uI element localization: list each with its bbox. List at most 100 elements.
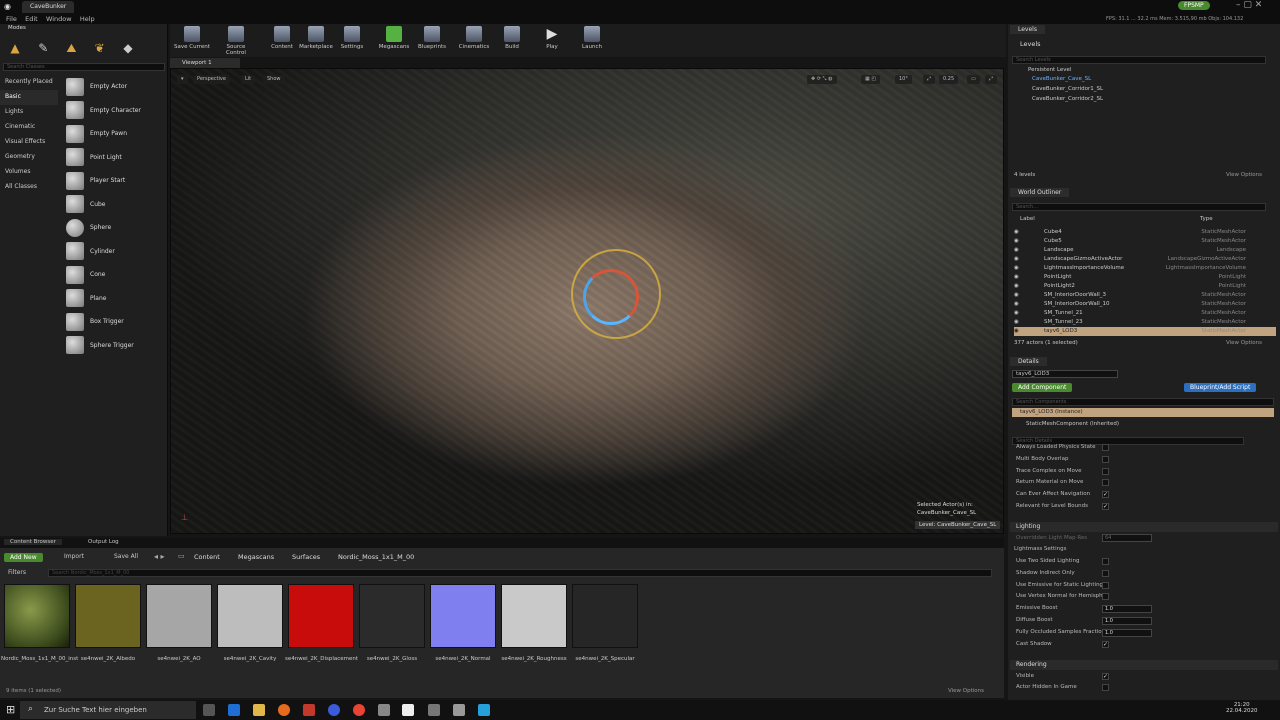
edge-icon[interactable]: [228, 704, 240, 716]
rotation-gizmo-rings[interactable]: [583, 269, 639, 325]
actor-name-field[interactable]: tayv6_LOD3: [1012, 370, 1118, 378]
property-checkbox[interactable]: [1102, 444, 1109, 451]
project-tab[interactable]: CaveBunker: [22, 1, 75, 13]
megascans-button[interactable]: Megascans: [374, 26, 414, 50]
eye-icon[interactable]: ◉: [1014, 237, 1019, 246]
menu-edit[interactable]: Edit: [25, 14, 38, 24]
paint-mode-icon[interactable]: ✎: [33, 38, 53, 58]
breadcrumb-content[interactable]: Content: [194, 553, 220, 561]
outliner-row[interactable]: ◉ PointLight PointLight: [1014, 273, 1276, 282]
landscape-mode-icon[interactable]: ⛰: [61, 39, 81, 59]
window-controls[interactable]: – ▢ ✕: [1236, 0, 1262, 10]
actor-hidden-checkbox[interactable]: [1102, 684, 1109, 691]
eye-icon[interactable]: ◉: [1014, 300, 1019, 309]
rendering-section[interactable]: Rendering: [1010, 660, 1278, 670]
outliner-row[interactable]: ◉ SM_Tunnel_23 StaticMeshActor: [1014, 318, 1276, 327]
app-icon[interactable]: [303, 704, 315, 716]
save-current-button[interactable]: Save Current: [172, 26, 212, 50]
geometry-mode-icon[interactable]: ◆: [118, 38, 138, 58]
source-control-button[interactable]: Source Control: [216, 26, 256, 56]
file-explorer-icon[interactable]: [253, 704, 265, 716]
show-button[interactable]: Show: [263, 75, 285, 84]
grid-snap-value[interactable]: 10°: [895, 75, 912, 84]
levels-view-options[interactable]: View Options: [1226, 172, 1262, 178]
asset-thumbnail[interactable]: [359, 584, 425, 648]
menu-help[interactable]: Help: [80, 14, 95, 24]
category-recently-placed[interactable]: Recently Placed: [0, 75, 58, 90]
outliner-row[interactable]: ◉ SM_Tunnel_21 StaticMeshActor: [1014, 309, 1276, 318]
firefox-icon[interactable]: [278, 704, 290, 716]
property-checkbox[interactable]: [1102, 558, 1109, 565]
maximize-viewport-icon[interactable]: ⤢: [985, 75, 998, 84]
perspective-button[interactable]: Perspective: [193, 75, 230, 84]
eye-icon[interactable]: ◉: [1014, 309, 1019, 318]
scale-snap-icon[interactable]: ⤢: [923, 75, 936, 84]
level-row[interactable]: Persistent Level: [1014, 66, 1276, 75]
property-value-field[interactable]: 1.0: [1102, 617, 1152, 625]
property-value-field[interactable]: 1.0: [1102, 605, 1152, 613]
add-new-button[interactable]: Add New: [4, 553, 43, 562]
blueprints-button[interactable]: Blueprints: [412, 26, 452, 50]
app-icon[interactable]: [428, 704, 440, 716]
property-checkbox[interactable]: [1102, 569, 1109, 577]
property-checkbox[interactable]: ✓: [1102, 503, 1109, 510]
outliner-row[interactable]: ◉ SM_InteriorDoorWall_10 StaticMeshActor: [1014, 300, 1276, 309]
property-checkbox[interactable]: ✓: [1102, 491, 1109, 499]
outliner-search-input[interactable]: Search...: [1012, 203, 1266, 211]
component-row[interactable]: StaticMeshComponent (Inherited): [1026, 421, 1119, 427]
outliner-row[interactable]: ◉ LightmassImportanceVolume LightmassImpor…: [1014, 264, 1276, 273]
task-view-icon[interactable]: [203, 704, 215, 716]
place-item[interactable]: Player Start: [60, 169, 166, 193]
place-item[interactable]: Cone: [60, 263, 166, 287]
asset-thumbnail[interactable]: [75, 584, 141, 648]
eye-icon[interactable]: ◉: [1014, 246, 1019, 255]
chrome-icon[interactable]: [353, 704, 365, 716]
search-levels-input[interactable]: Search Levels: [1012, 56, 1266, 64]
cast-shadow-checkbox[interactable]: ✓: [1102, 641, 1109, 648]
property-checkbox[interactable]: [1102, 455, 1109, 463]
category-volumes[interactable]: Volumes: [0, 165, 58, 180]
levels-tab[interactable]: Levels: [1010, 25, 1045, 34]
save-all-button[interactable]: Save All: [114, 553, 138, 560]
breadcrumb-nordic-moss[interactable]: Nordic_Moss_1x1_M_00: [338, 553, 414, 561]
asset-thumbnail[interactable]: [288, 584, 354, 648]
outliner-row[interactable]: ◉ Landscape Landscape: [1014, 246, 1276, 255]
history-nav-icons[interactable]: ◂ ▸: [154, 552, 165, 561]
blueprint-script-button[interactable]: Blueprint/Add Script: [1184, 383, 1257, 392]
app-icon[interactable]: [478, 704, 490, 716]
camera-speed-icon[interactable]: ▭: [967, 75, 980, 84]
overridden-lightmap-field[interactable]: 64: [1102, 534, 1152, 542]
outliner-col-label[interactable]: Label: [1020, 216, 1035, 222]
visible-checkbox[interactable]: ✓: [1102, 673, 1109, 680]
scale-snap-value[interactable]: 0.25: [939, 75, 959, 84]
play-button[interactable]: ▶ Play: [532, 26, 572, 50]
build-button[interactable]: Build: [492, 26, 532, 50]
property-checkbox[interactable]: [1102, 581, 1109, 589]
outliner-row[interactable]: ◉ LandscapeGizmoActiveActor LandscapeGizmo…: [1014, 255, 1276, 264]
outliner-row[interactable]: ◉ PointLight2 PointLight: [1014, 282, 1276, 291]
outliner-row[interactable]: ◉ Cube5 StaticMeshActor: [1014, 237, 1276, 246]
unreal-engine-icon[interactable]: [402, 704, 414, 716]
breadcrumb-surfaces[interactable]: Surfaces: [292, 553, 320, 561]
windows-start-icon[interactable]: ⊞: [6, 703, 15, 716]
menu-file[interactable]: File: [6, 14, 17, 24]
property-value-field[interactable]: 1.0: [1102, 629, 1152, 637]
place-item[interactable]: Empty Pawn: [60, 122, 166, 146]
outliner-view-options[interactable]: View Options: [1226, 340, 1262, 346]
cinematics-button[interactable]: Cinematics: [454, 26, 494, 50]
outliner-col-type[interactable]: Type: [1200, 216, 1213, 222]
outliner-row[interactable]: ◉ Cube4 StaticMeshActor: [1014, 228, 1276, 237]
level-row[interactable]: CaveBunker_Corridor1_SL: [1014, 85, 1276, 94]
viewport-tab[interactable]: Viewport 1: [170, 58, 240, 68]
level-viewport[interactable]: ▾ Perspective Lit Show ✥ ⟳ ⤡ ◍ ▦ ◰ 10° ⤢…: [170, 68, 1004, 534]
component-instance-row[interactable]: tayv6_LOD3 (Instance): [1012, 408, 1274, 417]
category-basic[interactable]: Basic: [0, 90, 58, 105]
category-lights[interactable]: Lights: [0, 105, 58, 120]
category-cinematic[interactable]: Cinematic: [0, 120, 58, 135]
app-icon[interactable]: [378, 704, 390, 716]
category-visual-effects[interactable]: Visual Effects: [0, 135, 58, 150]
clock[interactable]: 21:20 22.04.2020: [1226, 702, 1258, 714]
ue-logo-icon[interactable]: ◉: [4, 2, 11, 11]
filters-button[interactable]: Filters: [8, 569, 26, 576]
content-browser-tab[interactable]: Content Browser: [4, 539, 62, 545]
